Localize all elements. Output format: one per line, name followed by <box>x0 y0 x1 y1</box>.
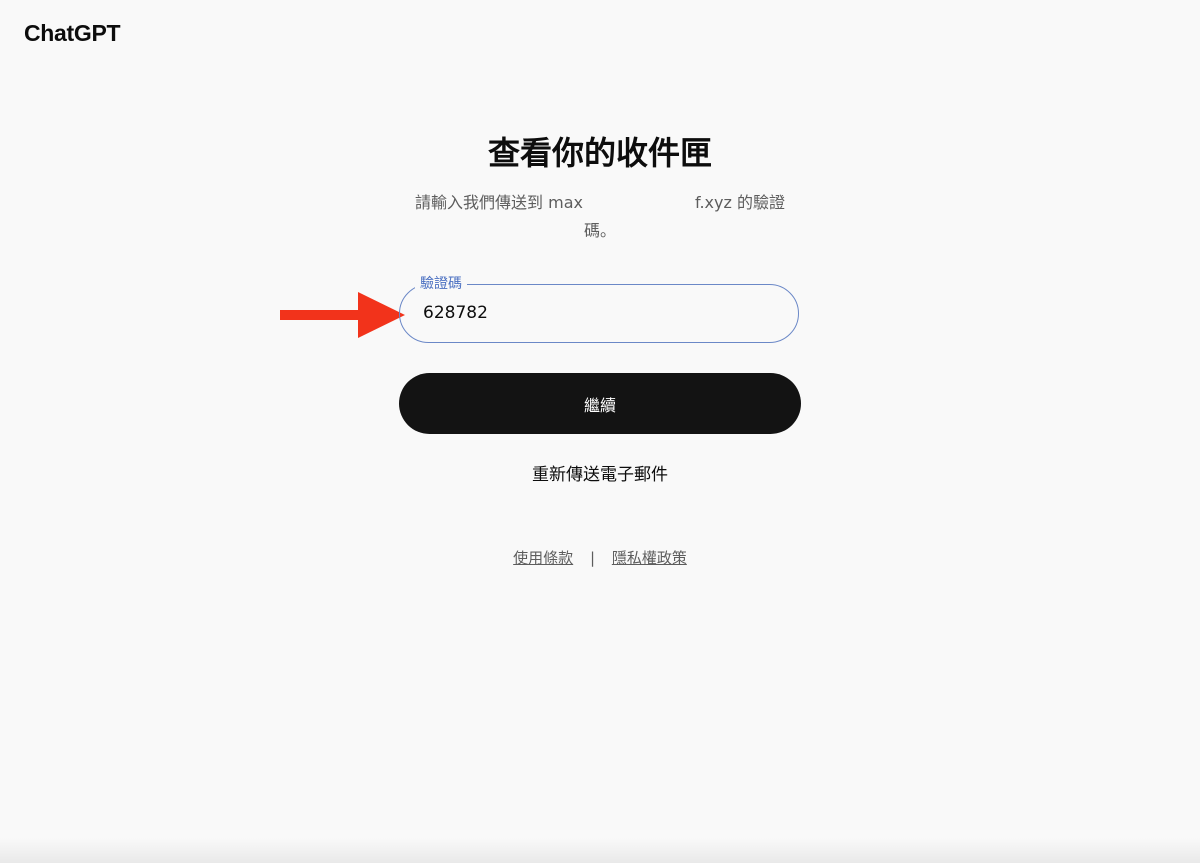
continue-button[interactable]: 繼續 <box>399 373 801 434</box>
privacy-policy-link[interactable]: 隱私權政策 <box>612 549 687 567</box>
terms-of-use-link[interactable]: 使用條款 <box>513 549 573 567</box>
page-title: 查看你的收件匣 <box>487 134 712 172</box>
instruction-prefix: 請輸入我們傳送到 max <box>415 193 583 212</box>
resend-email-link[interactable]: 重新傳送電子郵件 <box>0 460 1200 485</box>
redacted-email <box>582 194 695 213</box>
arrow-head <box>358 292 405 338</box>
verification-code-field[interactable]: 驗證碼 <box>399 275 799 343</box>
arrow-shaft <box>280 310 362 320</box>
footer-separator: | <box>589 549 596 567</box>
bottom-shadow <box>0 838 1200 863</box>
red-arrow-annotation <box>280 292 405 338</box>
chatgpt-logo: ChatGPT <box>24 20 121 46</box>
footer-links: 使用條款 | 隱私權政策 <box>0 547 1200 568</box>
instruction-text: 請輸入我們傳送到 max f.xyz 的驗證碼。 <box>405 189 795 245</box>
verification-code-input[interactable] <box>423 285 763 341</box>
